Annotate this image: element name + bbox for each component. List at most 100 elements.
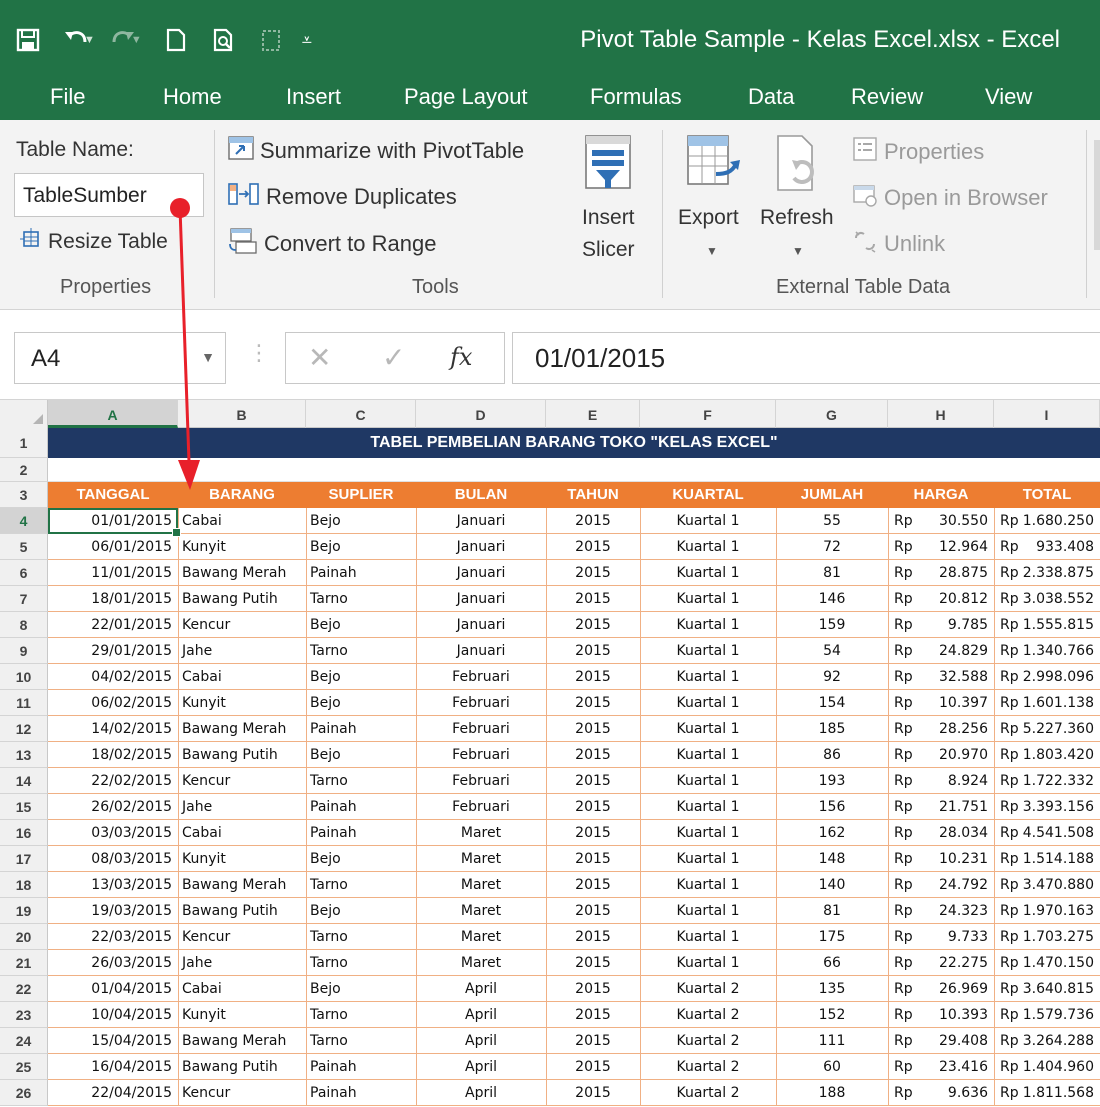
- cell-tahun[interactable]: 2015: [546, 794, 640, 820]
- cell-jumlah[interactable]: 72: [776, 534, 888, 560]
- cell-tahun[interactable]: 2015: [546, 950, 640, 976]
- cell-kuartal[interactable]: Kuartal 1: [640, 586, 776, 612]
- table-header-tahun[interactable]: TAHUN: [546, 482, 640, 508]
- table-header-suplier[interactable]: SUPLIER: [306, 482, 416, 508]
- cell-barang[interactable]: Bawang Merah: [178, 560, 306, 586]
- cell-suplier[interactable]: Bejo: [306, 846, 416, 872]
- cell-barang[interactable]: Bawang Merah: [178, 1028, 306, 1054]
- tab-page-layout[interactable]: Page Layout: [404, 84, 528, 110]
- cell-jumlah[interactable]: 92: [776, 664, 888, 690]
- cancel-icon[interactable]: ✕: [308, 341, 331, 374]
- cell-suplier[interactable]: Bejo: [306, 534, 416, 560]
- remove-duplicates-button[interactable]: Remove Duplicates: [228, 182, 457, 212]
- cell-tahun[interactable]: 2015: [546, 872, 640, 898]
- cell-suplier[interactable]: Bejo: [306, 898, 416, 924]
- row-header-11[interactable]: 11: [0, 690, 48, 716]
- cell-barang[interactable]: Kunyit: [178, 534, 306, 560]
- cell-jumlah[interactable]: 159: [776, 612, 888, 638]
- cell-suplier[interactable]: Tarno: [306, 924, 416, 950]
- cell-tahun[interactable]: 2015: [546, 1080, 640, 1106]
- cell-barang[interactable]: Kencur: [178, 768, 306, 794]
- table-header-harga[interactable]: HARGA: [888, 482, 994, 508]
- undo-dropdown-icon[interactable]: ▼: [84, 34, 95, 46]
- cell-tanggal[interactable]: 18/02/2015: [48, 742, 178, 768]
- cell-suplier[interactable]: Painah: [306, 820, 416, 846]
- export-button[interactable]: Export ▼: [676, 134, 756, 274]
- cell-total[interactable]: Rp 3.393.156: [994, 794, 1100, 820]
- cell-tahun[interactable]: 2015: [546, 898, 640, 924]
- cell-bulan[interactable]: Maret: [416, 924, 546, 950]
- cell-tahun[interactable]: 2015: [546, 690, 640, 716]
- cell-jumlah[interactable]: 193: [776, 768, 888, 794]
- splitter-dots-icon[interactable]: ⋮: [248, 340, 270, 366]
- cell-suplier[interactable]: Bejo: [306, 690, 416, 716]
- cell-harga[interactable]: Rp 10.397: [888, 690, 994, 716]
- cell-kuartal[interactable]: Kuartal 2: [640, 1054, 776, 1080]
- row-header-26[interactable]: 26: [0, 1080, 48, 1106]
- table-header-barang[interactable]: BARANG: [178, 482, 306, 508]
- enter-icon[interactable]: ✓: [382, 341, 405, 374]
- column-header-f[interactable]: F: [640, 400, 776, 428]
- cell-harga[interactable]: Rp 24.829: [888, 638, 994, 664]
- cell-tahun[interactable]: 2015: [546, 768, 640, 794]
- cell-harga[interactable]: Rp 21.751: [888, 794, 994, 820]
- cell-jumlah[interactable]: 188: [776, 1080, 888, 1106]
- cell-suplier[interactable]: Bejo: [306, 612, 416, 638]
- cell-total[interactable]: Rp 2.998.096: [994, 664, 1100, 690]
- cell-jumlah[interactable]: 146: [776, 586, 888, 612]
- row-header-13[interactable]: 13: [0, 742, 48, 768]
- cell-barang[interactable]: Kencur: [178, 612, 306, 638]
- row-header-12[interactable]: 12: [0, 716, 48, 742]
- cell-bulan[interactable]: Januari: [416, 508, 546, 534]
- cell-barang[interactable]: Kunyit: [178, 1002, 306, 1028]
- cell-harga[interactable]: Rp 12.964: [888, 534, 994, 560]
- cell-suplier[interactable]: Bejo: [306, 664, 416, 690]
- cell-jumlah[interactable]: 81: [776, 560, 888, 586]
- cell-barang[interactable]: Kunyit: [178, 846, 306, 872]
- column-header-b[interactable]: B: [178, 400, 306, 428]
- cell-tahun[interactable]: 2015: [546, 820, 640, 846]
- cell-harga[interactable]: Rp 9.733: [888, 924, 994, 950]
- cell-kuartal[interactable]: Kuartal 1: [640, 898, 776, 924]
- cell-harga[interactable]: Rp 29.408: [888, 1028, 994, 1054]
- cell-bulan[interactable]: April: [416, 1028, 546, 1054]
- cell-tahun[interactable]: 2015: [546, 846, 640, 872]
- cell-harga[interactable]: Rp 30.550: [888, 508, 994, 534]
- cell-kuartal[interactable]: Kuartal 1: [640, 872, 776, 898]
- cell-suplier[interactable]: Bejo: [306, 976, 416, 1002]
- cell-suplier[interactable]: Painah: [306, 716, 416, 742]
- cell-kuartal[interactable]: Kuartal 1: [640, 690, 776, 716]
- cell-kuartal[interactable]: Kuartal 1: [640, 742, 776, 768]
- row-header-18[interactable]: 18: [0, 872, 48, 898]
- cell-suplier[interactable]: Painah: [306, 794, 416, 820]
- row-header-4[interactable]: 4: [0, 508, 48, 534]
- cell-tanggal[interactable]: 15/04/2015: [48, 1028, 178, 1054]
- cell-total[interactable]: Rp 3.640.815: [994, 976, 1100, 1002]
- cell-total[interactable]: Rp 5.227.360: [994, 716, 1100, 742]
- cell-suplier[interactable]: Tarno: [306, 638, 416, 664]
- cell-jumlah[interactable]: 86: [776, 742, 888, 768]
- cell-tanggal[interactable]: 03/03/2015: [48, 820, 178, 846]
- cell-bulan[interactable]: Maret: [416, 872, 546, 898]
- cell-suplier[interactable]: Tarno: [306, 872, 416, 898]
- row-header-15[interactable]: 15: [0, 794, 48, 820]
- refresh-button[interactable]: Refresh ▼: [758, 134, 838, 274]
- cell-tanggal[interactable]: 18/01/2015: [48, 586, 178, 612]
- cell-bulan[interactable]: Januari: [416, 560, 546, 586]
- cell-harga[interactable]: Rp 20.812: [888, 586, 994, 612]
- resize-table-button[interactable]: Resize Table: [20, 228, 168, 256]
- cell-tahun[interactable]: 2015: [546, 1002, 640, 1028]
- cell-barang[interactable]: Cabai: [178, 820, 306, 846]
- cell-bulan[interactable]: Maret: [416, 846, 546, 872]
- cell-suplier[interactable]: Painah: [306, 1080, 416, 1106]
- select-all-corner[interactable]: [0, 400, 48, 428]
- column-header-e[interactable]: E: [546, 400, 640, 428]
- cell-harga[interactable]: Rp 24.323: [888, 898, 994, 924]
- cell-jumlah[interactable]: 66: [776, 950, 888, 976]
- column-header-a[interactable]: A: [48, 400, 178, 428]
- cell-harga[interactable]: Rp 26.969: [888, 976, 994, 1002]
- column-header-c[interactable]: C: [306, 400, 416, 428]
- table-name-input[interactable]: TableSumber: [14, 173, 204, 217]
- cell-barang[interactable]: Kunyit: [178, 690, 306, 716]
- cell-kuartal[interactable]: Kuartal 1: [640, 768, 776, 794]
